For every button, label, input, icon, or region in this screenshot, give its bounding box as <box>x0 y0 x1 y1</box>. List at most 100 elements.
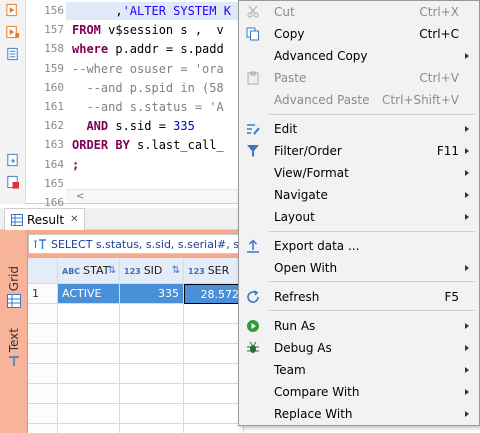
menu-item-layout[interactable]: Layout <box>239 206 479 228</box>
close-icon[interactable]: ✕ <box>70 214 78 225</box>
empty-cell <box>28 344 58 364</box>
menu-item-debug-as[interactable]: Debug As <box>239 337 479 359</box>
menu-item-export-data[interactable]: Export data ... <box>239 235 479 257</box>
edit-icon <box>245 121 261 137</box>
empty-cell <box>58 344 120 364</box>
editor-left-toolbar <box>0 0 26 204</box>
tab-result[interactable]: Result ✕ <box>4 208 86 230</box>
menu-item-compare-with[interactable]: Compare With <box>239 381 479 403</box>
line-number: 163 <box>44 138 64 152</box>
code-line[interactable]: --and s.status = 'A <box>72 98 223 116</box>
empty-cell <box>58 364 120 384</box>
empty-cell <box>120 344 184 364</box>
context-menu: Cut Ctrl+X Copy Ctrl+C Advanced Copy Paste Ctr… <box>238 0 480 426</box>
line-number: 164 <box>44 157 64 171</box>
code-line[interactable]: AND s.sid = 335 <box>72 117 194 135</box>
code-line[interactable]: --and p.spid in (58 <box>72 79 223 97</box>
menu-item-refresh[interactable]: Refresh F5 <box>239 286 479 308</box>
row-number[interactable]: 1 <box>28 284 58 304</box>
column-header-sid[interactable]: 123 SID ⇅ <box>120 258 184 284</box>
menu-item-label: Replace With <box>274 407 353 421</box>
menu-item-label: Edit <box>274 122 298 136</box>
line-number: 158 <box>44 42 64 56</box>
line-number: 157 <box>44 23 64 37</box>
export-script-icon[interactable] <box>5 152 20 168</box>
menu-item-team[interactable]: Team <box>239 359 479 381</box>
empty-cell <box>184 384 244 404</box>
code-token: ORDER BY <box>72 138 130 153</box>
empty-cell <box>28 384 58 404</box>
grid-view-label: Grid <box>7 266 21 292</box>
execute-statement-icon[interactable] <box>5 2 20 18</box>
code-line[interactable]: --where osuser = 'ora <box>72 60 224 78</box>
submenu-arrow-icon <box>465 389 469 395</box>
empty-cell <box>120 404 184 424</box>
column-type-tag: 123 <box>188 267 205 276</box>
code-token: AND <box>72 119 109 134</box>
menu-item-filter-order[interactable]: Filter/Order F11 <box>239 140 479 162</box>
code-token: s.last_call_ <box>129 138 224 153</box>
menu-separator <box>269 310 475 311</box>
menu-item-view-format[interactable]: View/Format <box>239 162 479 184</box>
menu-item-copy[interactable]: Copy Ctrl+C <box>239 23 479 45</box>
code-token: 'ALTER SYSTEM K <box>122 4 231 18</box>
column-header-label: STAT <box>83 264 110 277</box>
menu-item-label: Refresh <box>274 290 320 304</box>
grid-view-tab[interactable]: Grid <box>2 266 26 309</box>
text-view-icon <box>9 356 19 367</box>
column-header-label: SER <box>207 264 230 277</box>
menu-item-label: Debug As <box>274 341 332 355</box>
menu-item-replace-with[interactable]: Replace With <box>239 403 479 425</box>
explain-plan-icon[interactable] <box>5 46 20 62</box>
menu-item-advanced-copy[interactable]: Advanced Copy <box>239 45 479 67</box>
submenu-arrow-icon <box>465 126 469 132</box>
submenu-arrow-icon <box>465 214 469 220</box>
code-line[interactable]: ORDER BY s.last_call_ <box>72 136 224 154</box>
empty-cell <box>28 324 58 344</box>
code-token: FROM <box>72 23 101 38</box>
menu-item-advanced-paste: Advanced Paste Ctrl+Shift+V <box>239 89 479 111</box>
submenu-arrow-icon <box>465 148 469 154</box>
code-token: --where osuser = 'ora <box>72 61 224 76</box>
sort-filter-icon[interactable]: ⇅ <box>108 258 116 283</box>
menu-item-open-with[interactable]: Open With <box>239 257 479 279</box>
menu-item-paste: Paste Ctrl+V <box>239 67 479 89</box>
submenu-arrow-icon <box>465 192 469 198</box>
menu-item-shortcut: Ctrl+Shift+V <box>382 93 459 107</box>
menu-item-label: Advanced Copy <box>274 49 368 63</box>
text-view-tab[interactable]: Text <box>2 328 26 367</box>
empty-cell <box>28 424 58 433</box>
sort-filter-icon[interactable]: ⇅ <box>172 258 180 283</box>
editor-horizontal-scrollbar[interactable]: < <box>66 189 252 203</box>
menu-item-shortcut: F11 <box>436 144 459 158</box>
column-header-status[interactable]: ABC STAT ⇅ <box>58 258 120 284</box>
menu-item-label: Filter/Order <box>274 144 342 158</box>
cell-sid[interactable]: 335 <box>120 284 184 304</box>
code-token: s.sid = <box>108 119 174 134</box>
code-area[interactable]: ,'ALTER SYSTEM K FROM v$session s , v wher… <box>72 0 252 190</box>
code-token: where <box>72 42 109 57</box>
code-line[interactable]: FROM v$session s , v <box>72 21 224 39</box>
script-error-icon[interactable] <box>5 174 20 190</box>
menu-item-navigate[interactable]: Navigate <box>239 184 479 206</box>
empty-cell <box>120 324 184 344</box>
code-line[interactable]: ,'ALTER SYSTEM K <box>72 2 231 20</box>
empty-cell <box>120 424 184 433</box>
menu-item-shortcut: Ctrl+X <box>419 5 459 19</box>
export-icon <box>245 238 261 254</box>
empty-cell <box>28 404 58 424</box>
menu-separator <box>269 231 475 232</box>
execute-script-icon[interactable] <box>5 24 20 40</box>
empty-cell <box>58 304 120 324</box>
code-line[interactable]: ; <box>72 156 79 174</box>
code-line[interactable]: where p.addr = s.padd <box>72 40 224 58</box>
menu-item-run-as[interactable]: Run As <box>239 315 479 337</box>
cell-serial[interactable]: 28.572 <box>184 284 244 304</box>
menu-item-label: Open With <box>274 261 338 275</box>
scroll-left-arrow[interactable]: < <box>76 190 84 203</box>
cell-status[interactable]: ACTIVE <box>58 284 120 304</box>
menu-item-edit[interactable]: Edit <box>239 118 479 140</box>
empty-cell <box>28 304 58 324</box>
column-header-serial[interactable]: 123 SER <box>184 258 244 284</box>
empty-cell <box>28 364 58 384</box>
